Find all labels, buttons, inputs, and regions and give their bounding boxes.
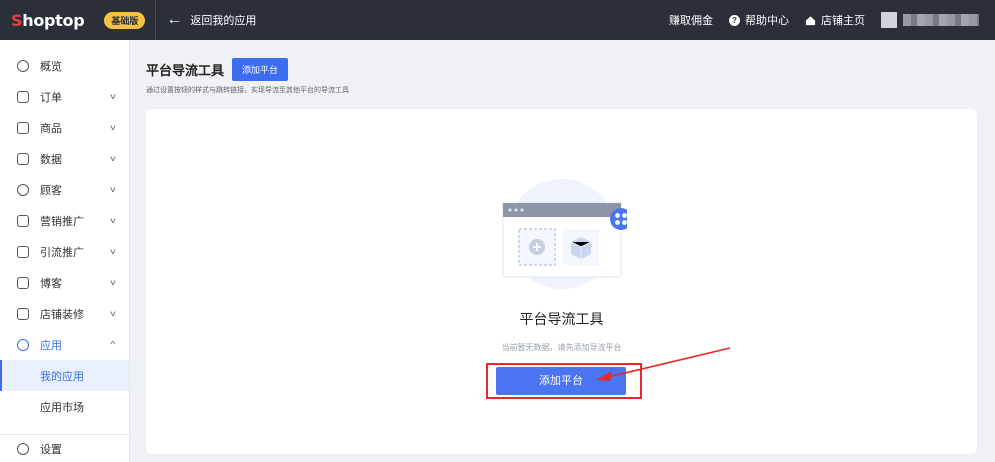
sidebar-item-customers[interactable]: 顾客 v xyxy=(0,174,129,205)
empty-state-description: 当前暂无数据，请先添加导流平台 xyxy=(501,343,622,352)
sidebar-item-data[interactable]: 数据 v xyxy=(0,143,129,174)
annotation-arrow-icon xyxy=(596,347,731,381)
help-center-link[interactable]: ? 帮助中心 xyxy=(729,12,789,28)
empty-state-illustration xyxy=(502,179,627,289)
earn-commission-link[interactable]: 赚取佣金 xyxy=(669,12,713,28)
back-to-my-apps-link[interactable]: ← 返回我的应用 xyxy=(166,12,256,28)
chevron-down-icon: v xyxy=(110,185,116,194)
arrow-left-icon: ← xyxy=(166,11,183,28)
store-home-link[interactable]: 店铺主页 xyxy=(805,12,865,28)
sidebar-item-orders[interactable]: 订单 v xyxy=(0,81,129,112)
top-bar: Shoptop 基础版 ← 返回我的应用 赚取佣金 ? 帮助中心 店铺主页 xyxy=(0,0,995,40)
chevron-down-icon: v xyxy=(110,278,116,287)
compass-icon xyxy=(17,59,29,72)
add-platform-button-header[interactable]: 添加平台 xyxy=(232,58,289,81)
page-header: 平台导流工具 添加平台 xyxy=(146,58,289,81)
sidebar: 概览 订单 v 商品 v 数据 v 顾客 v 营销推广 v 引流推广 v 博客 … xyxy=(0,40,130,462)
sidebar-item-marketing[interactable]: 营销推广 v xyxy=(0,205,129,236)
data-icon xyxy=(17,152,29,165)
page-description: 通过设置按钮的样式与跳转链接，实现导流至其他平台的导流工具 xyxy=(146,87,349,94)
user-icon xyxy=(17,183,29,196)
chevron-down-icon: v xyxy=(110,154,116,163)
empty-state-title: 平台导流工具 xyxy=(519,311,604,327)
home-icon xyxy=(805,15,816,25)
back-label: 返回我的应用 xyxy=(190,15,257,27)
store-design-icon xyxy=(17,307,29,320)
chevron-down-icon: v xyxy=(110,247,116,256)
shoptop-logo[interactable]: Shoptop xyxy=(11,11,85,30)
topbar-divider xyxy=(155,0,157,40)
chevron-down-icon: v xyxy=(110,123,116,132)
sidebar-item-settings[interactable]: 设置 xyxy=(0,434,129,462)
sidebar-item-overview[interactable]: 概览 xyxy=(0,50,129,81)
order-icon xyxy=(17,90,29,103)
sidebar-item-traffic[interactable]: 引流推广 v xyxy=(0,236,129,267)
gear-icon xyxy=(17,442,29,455)
sidebar-subitem-my-apps[interactable]: 我的应用 xyxy=(0,360,129,391)
marketing-icon xyxy=(17,214,29,227)
chevron-down-icon: v xyxy=(110,92,116,101)
sidebar-item-products[interactable]: 商品 v xyxy=(0,112,129,143)
traffic-icon xyxy=(17,245,29,258)
sidebar-item-apps[interactable]: 应用 ^ xyxy=(0,329,129,360)
page-title: 平台导流工具 xyxy=(146,63,225,78)
chevron-down-icon: v xyxy=(110,216,116,225)
plan-badge: 基础版 xyxy=(104,11,146,29)
avatar[interactable] xyxy=(881,12,897,28)
chevron-up-icon: ^ xyxy=(110,340,116,349)
sidebar-subitem-app-market[interactable]: 应用市场 xyxy=(0,391,129,422)
content-card: 平台导流工具 当前暂无数据，请先添加导流平台 添加平台 xyxy=(146,109,977,454)
sidebar-item-store-design[interactable]: 店铺装修 v xyxy=(0,298,129,329)
chevron-down-icon: v xyxy=(110,309,116,318)
apps-icon xyxy=(17,338,29,351)
blog-icon xyxy=(17,276,29,289)
product-icon xyxy=(17,121,29,134)
sidebar-item-blog[interactable]: 博客 v xyxy=(0,267,129,298)
blurred-username[interactable] xyxy=(903,14,979,26)
help-icon: ? xyxy=(729,14,740,26)
